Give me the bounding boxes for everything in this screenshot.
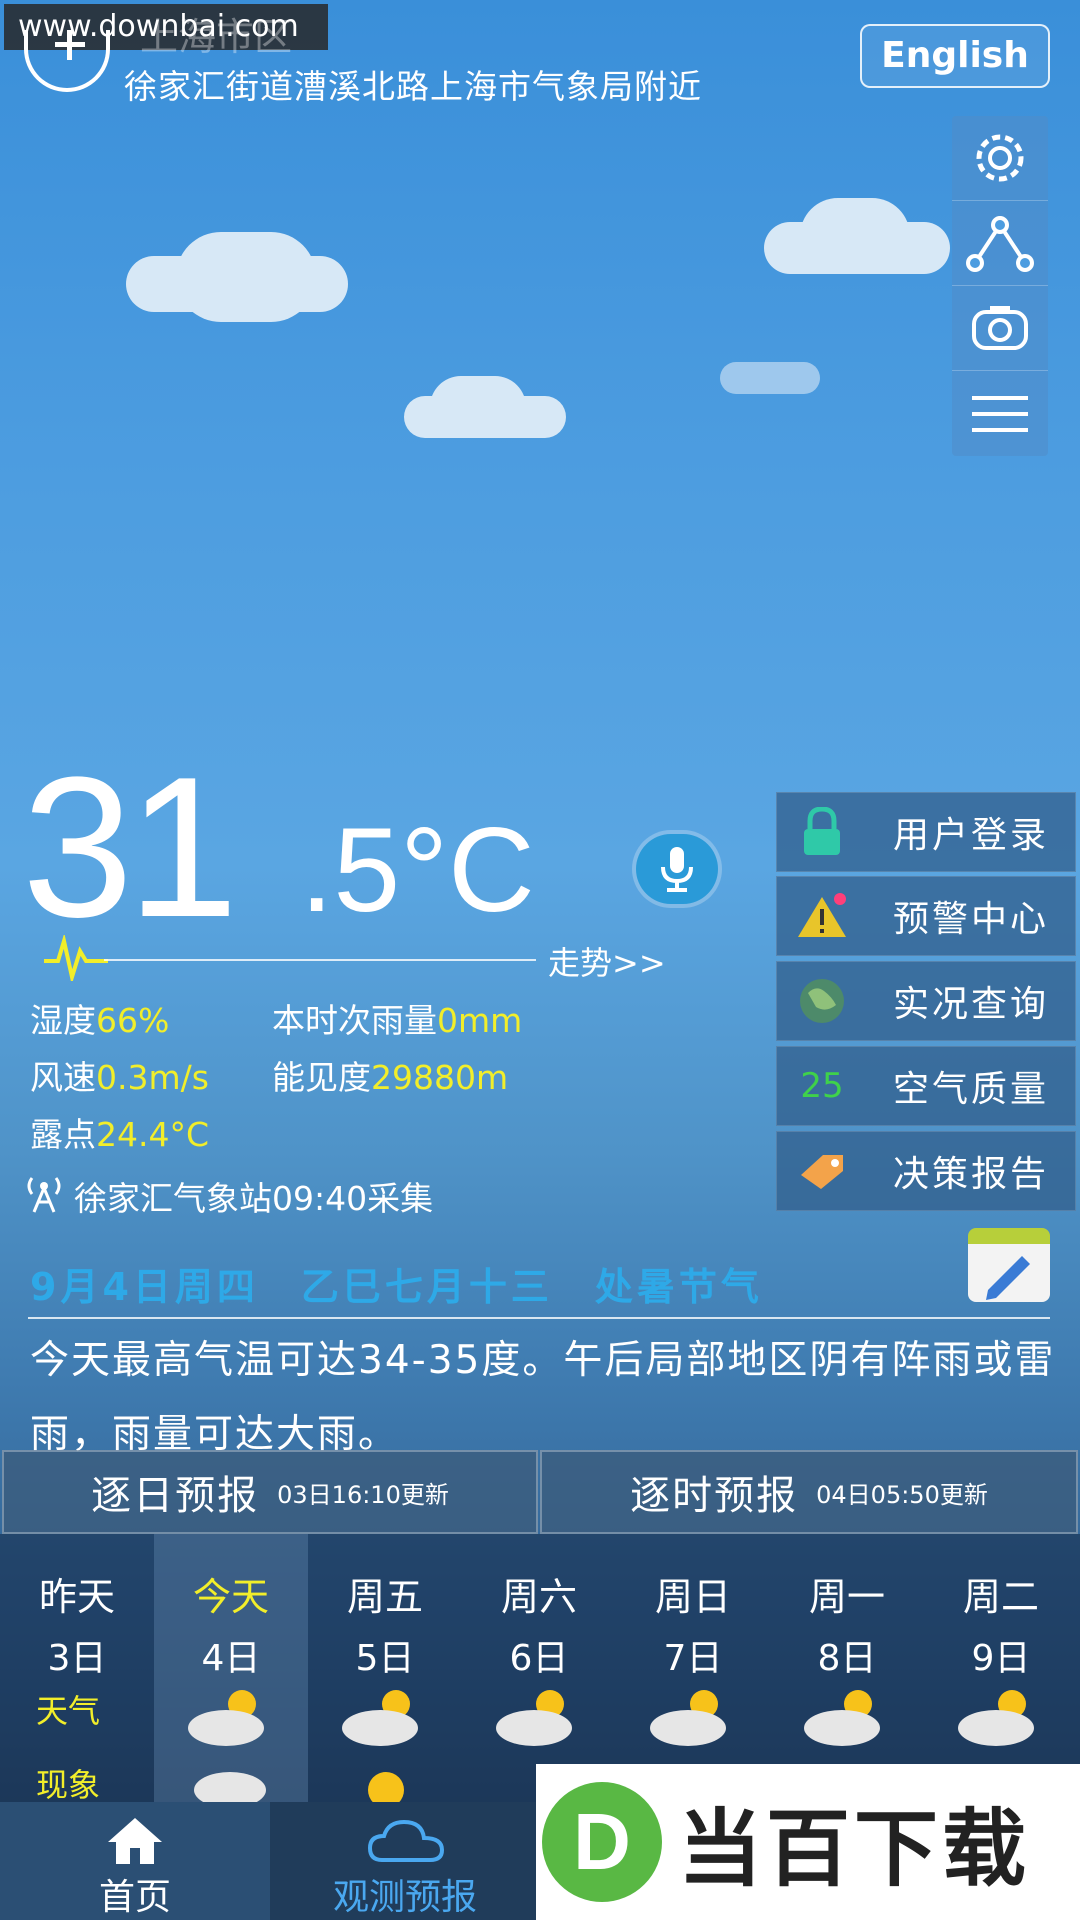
microphone-icon (661, 847, 693, 892)
city-name: 上海市区 (140, 15, 293, 59)
tag-icon (801, 1155, 843, 1189)
lock-icon (804, 807, 840, 855)
partly-cloudy-icon (650, 1690, 726, 1746)
gear-icon[interactable] (952, 116, 1048, 201)
partly-cloudy-icon (804, 1690, 880, 1746)
partly-cloudy-icon (958, 1690, 1034, 1746)
menu-warning-center[interactable]: 预警中心 (776, 876, 1076, 956)
promo-banner[interactable]: D 当百下载 (536, 1764, 1080, 1920)
side-toolbar (952, 116, 1048, 456)
voice-button[interactable] (636, 834, 718, 904)
warning-icon (798, 893, 846, 937)
tab-daily-forecast[interactable]: 逐日预报 03日16:10更新 (2, 1450, 538, 1534)
promo-text: 当百下载 (678, 1799, 1031, 1898)
partly-cloudy-icon (188, 1690, 264, 1746)
forecast-day[interactable]: 昨天 3日 (0, 1534, 154, 1681)
partly-cloudy-icon (342, 1690, 418, 1746)
trend-line (104, 959, 536, 961)
pulse-icon (44, 935, 108, 981)
menu-icon[interactable] (952, 371, 1048, 456)
promo-logo: D (542, 1782, 662, 1902)
forecast-day[interactable]: 周二 9日 (924, 1534, 1078, 1681)
home-icon (108, 1818, 162, 1864)
menu-user-login[interactable]: 用户登录 (776, 792, 1076, 872)
menu-decision-report[interactable]: 决策报告 (776, 1131, 1076, 1211)
dewpoint-row: 露点24.4°C (30, 1115, 210, 1154)
nav-observation-forecast[interactable]: 观测预报 (270, 1802, 540, 1920)
station-label: 徐家汇气象站09:40采集 (74, 1179, 434, 1218)
add-city-button[interactable] (24, 30, 110, 92)
nav-home[interactable]: 首页 (0, 1802, 270, 1920)
forecast-day[interactable]: 周日 7日 (616, 1534, 770, 1681)
wind-row: 风速0.3m/s (30, 1058, 209, 1097)
aqi-badge: 25 (800, 1066, 844, 1106)
rain-row: 本时次雨量0mm (272, 1001, 523, 1040)
forecast-day[interactable]: 周五 5日 (308, 1534, 462, 1681)
tab-hourly-forecast[interactable]: 逐时预报 04日05:50更新 (540, 1450, 1078, 1534)
location-label: 徐家汇街道漕溪北路上海市气象局附近 (124, 67, 702, 106)
cloud-icon (368, 1819, 444, 1862)
cloud-decoration (800, 198, 910, 274)
camera-icon[interactable] (952, 286, 1048, 371)
antenna-icon (27, 1177, 61, 1213)
weather-row-label: 天气 (36, 1692, 101, 1730)
share-icon[interactable] (952, 201, 1048, 286)
humidity-row: 湿度66% (30, 1001, 170, 1040)
cloud-decoration (176, 232, 316, 322)
forecast-day[interactable]: 周六 6日 (462, 1534, 616, 1681)
cloudy-icon (194, 1772, 266, 1804)
menu-realtime-query[interactable]: 实况查询 (776, 961, 1076, 1041)
partly-cloudy-icon (496, 1690, 572, 1746)
trend-link[interactable]: 走势>> (548, 938, 666, 984)
visibility-row: 能见度29880m (272, 1058, 509, 1097)
bottom-nav: 首页 观测预报 (0, 1802, 540, 1920)
menu-air-quality[interactable]: 25 空气质量 (776, 1046, 1076, 1126)
temperature-decimal: .5°C (300, 803, 535, 937)
divider (28, 1317, 1050, 1319)
calendar-icon[interactable] (968, 1228, 1050, 1302)
forecast-day[interactable]: 周一 8日 (770, 1534, 924, 1681)
cloud-decoration (720, 362, 820, 394)
language-button[interactable]: English (860, 24, 1050, 88)
cloud-decoration (430, 376, 526, 438)
sunny-icon (368, 1772, 404, 1804)
globe-icon (800, 979, 844, 1023)
date-line: 9月4日周四 乙巳七月十三 处暑节气 (30, 1265, 763, 1309)
temperature-integer: 31 (22, 736, 238, 959)
phenomenon-row-label: 现象 (36, 1766, 101, 1804)
